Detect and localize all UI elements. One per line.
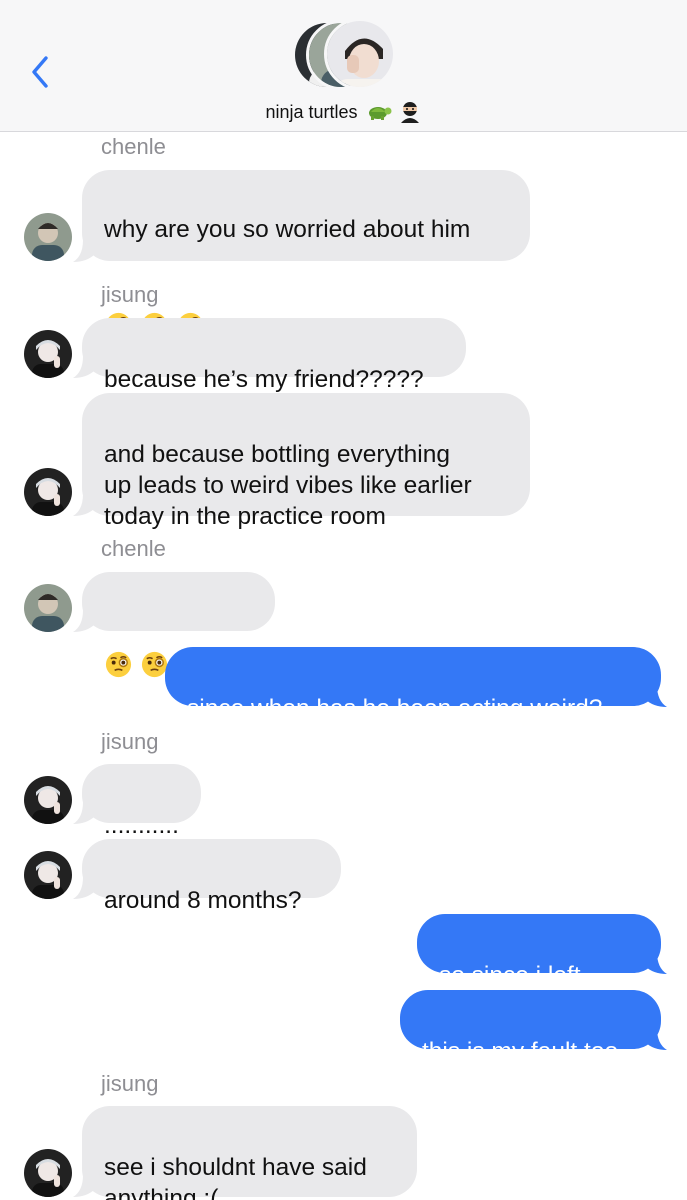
avatar-chenle[interactable]	[24, 213, 72, 261]
avatar-jisung[interactable]	[24, 776, 72, 824]
message-bubble-incoming[interactable]: around 8 months?	[82, 839, 341, 914]
sender-name: chenle	[101, 134, 166, 159]
face-with-monocle-emoji	[105, 651, 132, 678]
group-title[interactable]: ninja turtles	[0, 101, 687, 124]
message-bubble-incoming[interactable]: and because bottling everything up leads…	[82, 393, 530, 530]
bubble-tail	[73, 802, 95, 824]
message-text: and because bottling everything up leads…	[104, 441, 472, 530]
conversation-header: ninja turtles	[0, 0, 687, 132]
sender-name: chenle	[101, 536, 166, 561]
avatar-chenle[interactable]	[24, 584, 72, 632]
bubble-tail	[645, 685, 667, 707]
sender-name: jisung	[101, 1071, 159, 1096]
avatar-jisung[interactable]	[24, 1149, 72, 1197]
message-text: this is my fault too	[422, 1038, 619, 1065]
message-text: because he’s my friend?????	[104, 366, 424, 393]
group-avatar[interactable]	[292, 18, 396, 92]
sender-name: jisung	[101, 282, 159, 307]
bubble-tail	[645, 952, 667, 974]
member-avatar	[324, 18, 396, 90]
bubble-tail	[73, 877, 95, 899]
bubble-tail	[645, 1028, 667, 1050]
turtle-emoji	[368, 107, 392, 121]
avatar-jisung[interactable]	[24, 330, 72, 378]
message-text: since when has he been acting weird?	[187, 695, 603, 722]
message-text: why are you so worried about him	[104, 216, 471, 243]
avatar-jisung[interactable]	[24, 851, 72, 899]
chevron-left-icon[interactable]	[26, 52, 56, 92]
message-bubble-outgoing[interactable]: since when has he been acting weird?	[165, 647, 661, 722]
bubble-tail	[73, 610, 95, 632]
message-bubble-incoming[interactable]: see i shouldnt have said anything :(	[82, 1106, 417, 1200]
message-bubble-incoming[interactable]	[82, 572, 275, 678]
bubble-tail	[73, 1175, 95, 1197]
ninja-emoji	[400, 102, 419, 124]
message-bubble-outgoing[interactable]: so since i left	[417, 914, 661, 1020]
message-text: around 8 months?	[104, 887, 302, 914]
message-bubble-outgoing[interactable]: this is my fault too	[400, 990, 661, 1065]
message-text: see i shouldnt have said anything :(	[104, 1154, 367, 1200]
message-text: ...........	[104, 812, 179, 839]
message-bubble-incoming[interactable]: because he’s my friend?????	[82, 318, 466, 393]
message-bubble-incoming[interactable]: why are you so worried about him	[82, 170, 530, 339]
bubble-tail	[73, 356, 95, 378]
bubble-tail	[73, 494, 95, 516]
message-text: so since i left	[439, 962, 581, 989]
message-bubble-incoming[interactable]: ...........	[82, 764, 201, 839]
bubble-tail	[73, 240, 95, 262]
sender-name: jisung	[101, 729, 159, 754]
group-name: ninja turtles	[265, 101, 358, 122]
avatar-jisung[interactable]	[24, 468, 72, 516]
